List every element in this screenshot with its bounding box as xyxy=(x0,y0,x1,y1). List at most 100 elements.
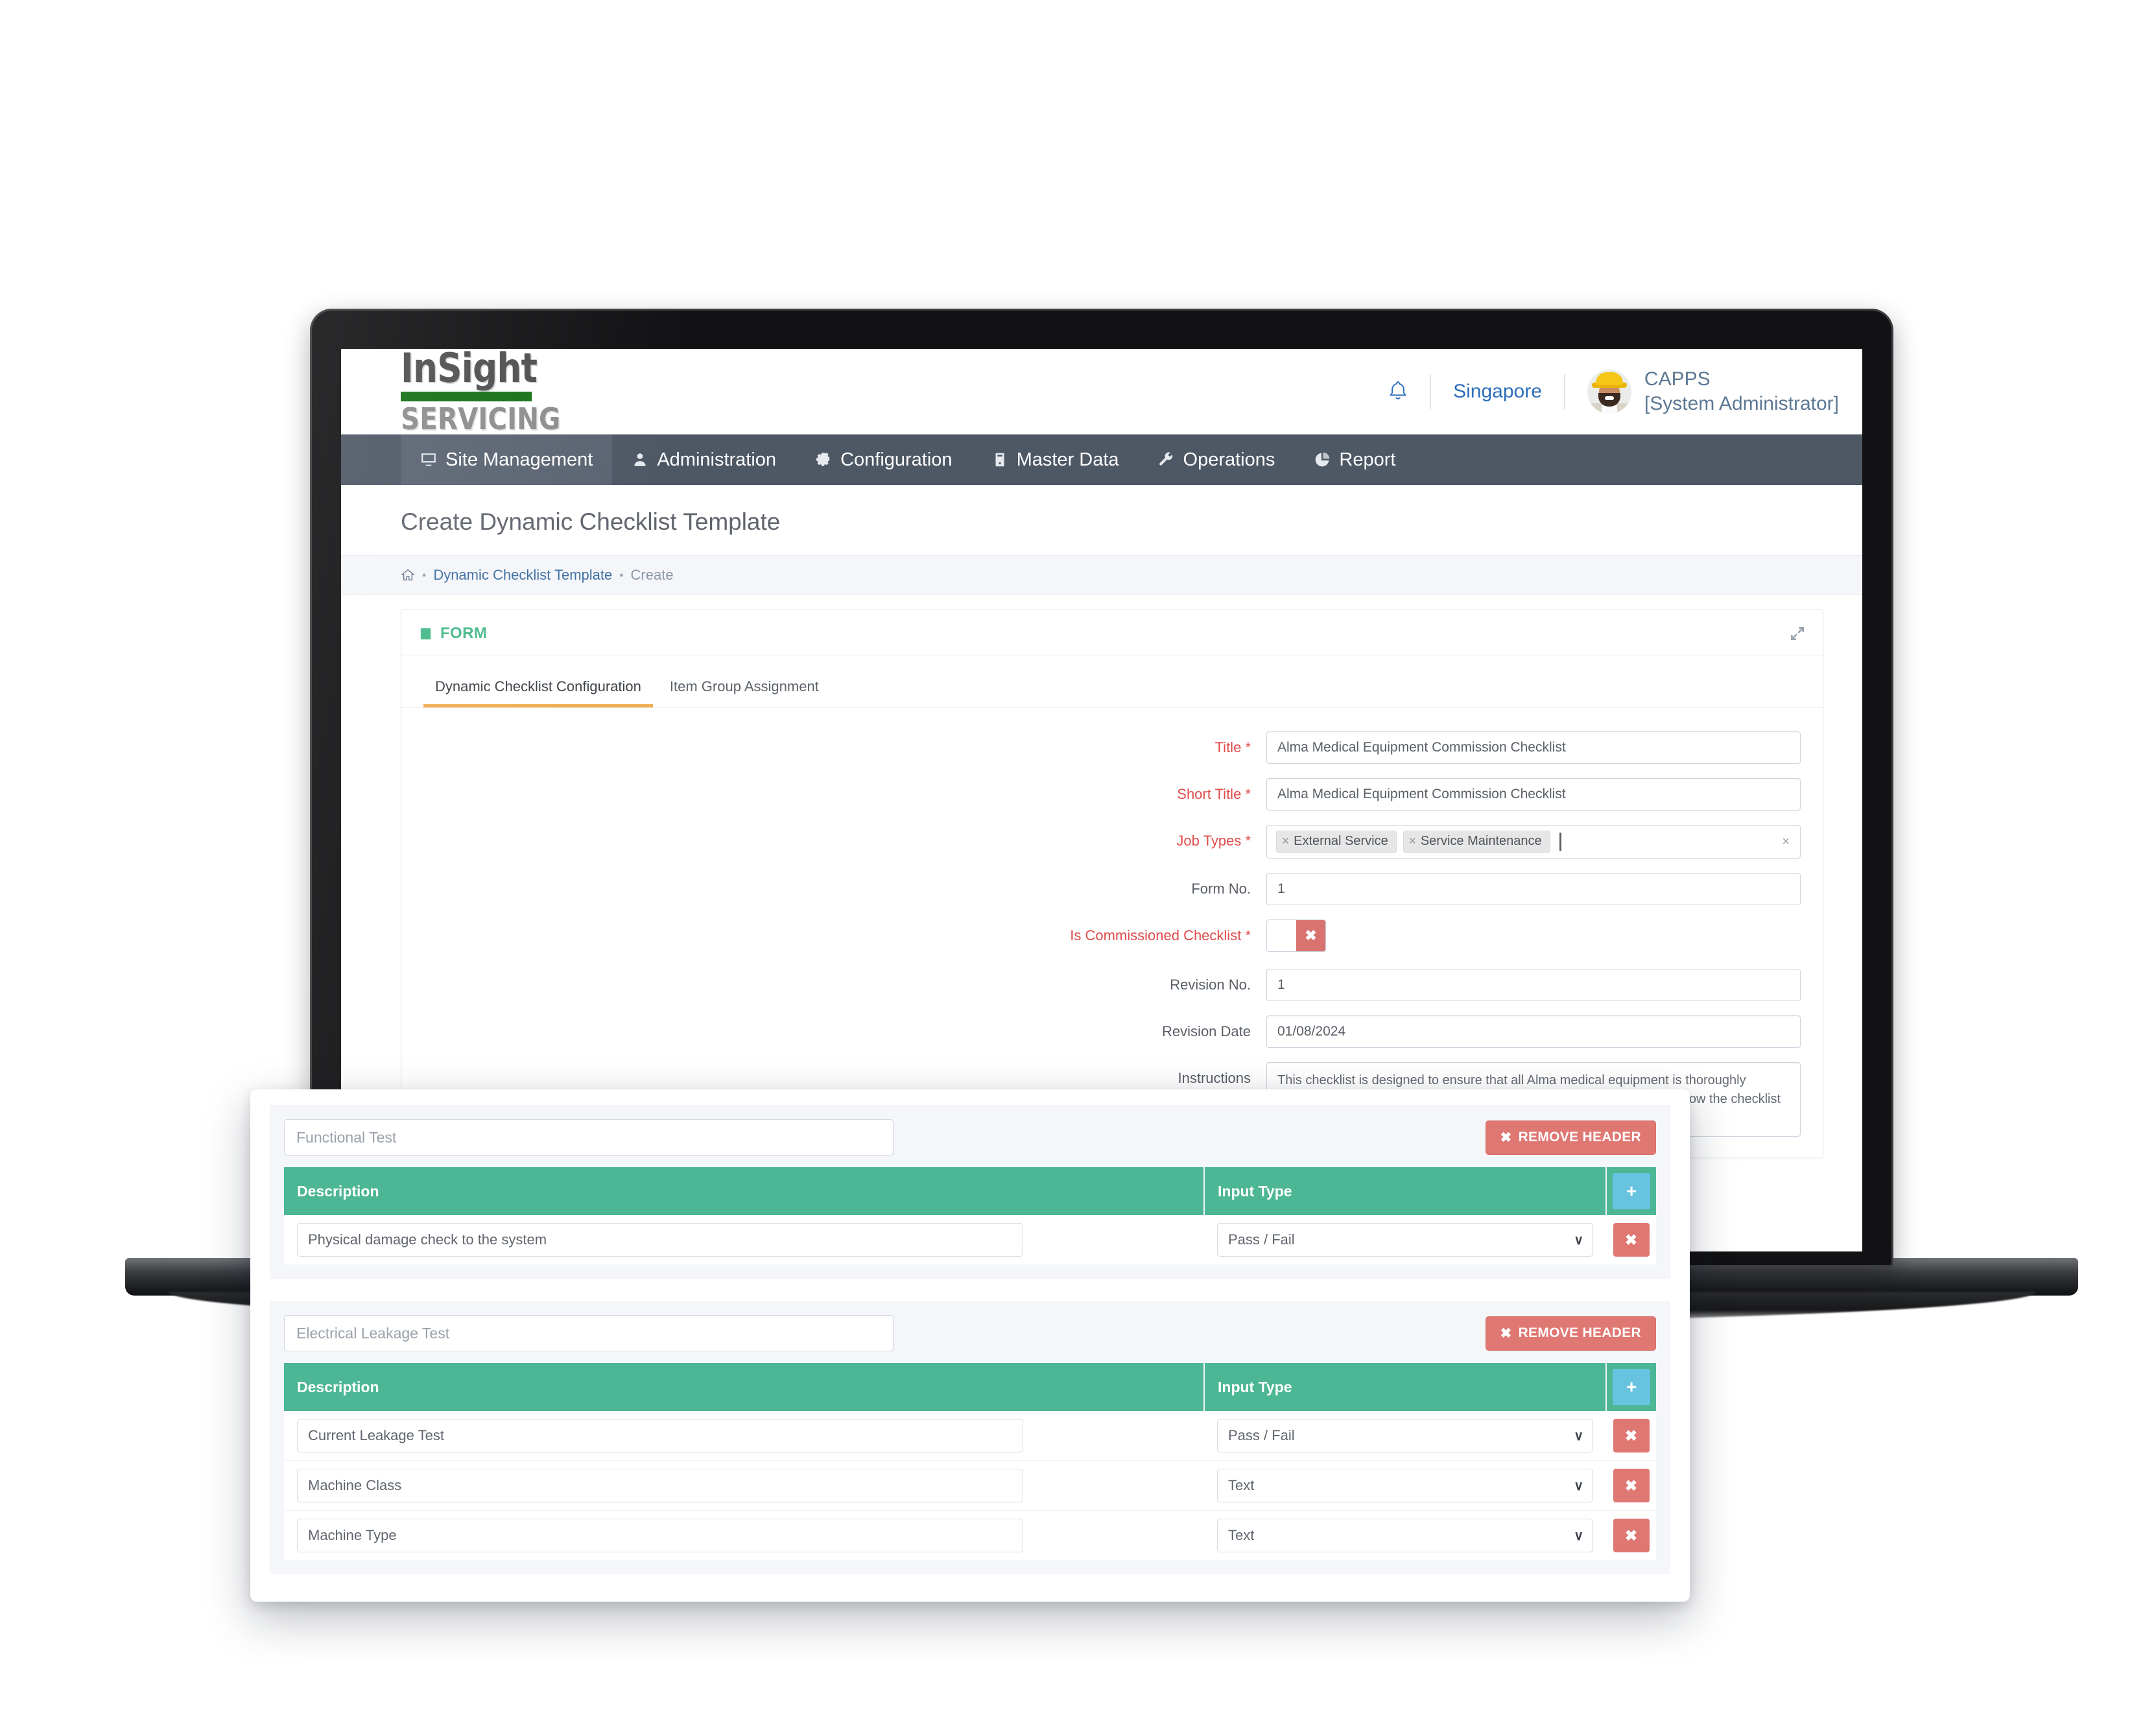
remove-header-button[interactable]: ✖ REMOVE HEADER xyxy=(1485,1316,1656,1351)
group-header-input[interactable]: Functional Test xyxy=(284,1119,894,1156)
input-type-select[interactable]: Text ∨ xyxy=(1217,1519,1593,1552)
field-row-revision-no: Revision No. 1 xyxy=(423,969,1801,1001)
wrench-icon xyxy=(1158,451,1175,468)
form-card-title: FORM xyxy=(440,624,488,642)
cell-delete: ✖ xyxy=(1606,1510,1656,1560)
nav-label: Operations xyxy=(1183,449,1275,470)
item-group-overlay-panel: Functional Test ✖ REMOVE HEADER Descript… xyxy=(250,1089,1690,1602)
toggle-off-icon: ✖ xyxy=(1296,920,1325,951)
column-header-description: Description xyxy=(284,1167,1205,1215)
notification-bell-button[interactable] xyxy=(1366,379,1430,404)
description-input[interactable]: Machine Type xyxy=(297,1519,1023,1552)
field-label-revision-no: Revision No. xyxy=(1170,977,1251,993)
cell-input-type: Pass / Fail ∨ xyxy=(1204,1411,1606,1461)
expand-icon[interactable] xyxy=(1789,625,1806,642)
logo-green-bar xyxy=(401,392,532,402)
field-row-short-title: Short Title * Alma Medical Equipment Com… xyxy=(423,778,1801,811)
job-types-multiselect[interactable]: × External Service × Service Maintenance… xyxy=(1266,825,1801,859)
breadcrumb: • Dynamic Checklist Template • Create xyxy=(341,555,1862,595)
title-input[interactable]: Alma Medical Equipment Commission Checkl… xyxy=(1266,731,1801,764)
chevron-down-icon: ∨ xyxy=(1574,1429,1583,1443)
column-header-input-type: Input Type xyxy=(1204,1363,1607,1411)
cell-description: Machine Class xyxy=(284,1460,1204,1511)
nav-item-operations[interactable]: Operations xyxy=(1139,434,1295,485)
field-label-job-types: Job Types * xyxy=(1176,833,1251,849)
input-type-select[interactable]: Text ∨ xyxy=(1217,1469,1593,1502)
nav-item-configuration[interactable]: Configuration xyxy=(796,434,972,485)
desktop-icon xyxy=(420,451,437,468)
field-label-is-commissioned-checklist: Is Commissioned Checklist * xyxy=(1070,927,1251,943)
cell-input-type: Pass / Fail ∨ xyxy=(1204,1215,1606,1264)
field-row-revision-date: Revision Date 01/08/2024 xyxy=(423,1015,1801,1048)
input-type-select[interactable]: Pass / Fail ∨ xyxy=(1217,1419,1593,1452)
tab-item-group-assignment[interactable]: Item Group Assignment xyxy=(658,672,831,707)
delete-row-button[interactable]: ✖ xyxy=(1613,1419,1650,1452)
nav-item-master-data[interactable]: Master Data xyxy=(972,434,1139,485)
user-role: [System Administrator] xyxy=(1644,393,1839,414)
cell-description: Current Leakage Test xyxy=(284,1411,1204,1461)
home-icon[interactable] xyxy=(401,568,415,582)
remove-header-label: REMOVE HEADER xyxy=(1518,1325,1641,1340)
site-selector-link[interactable]: Singapore xyxy=(1431,381,1564,403)
description-input[interactable]: Current Leakage Test xyxy=(297,1419,1023,1452)
header-right-cluster: Singapore CAPPS [System Administrator] xyxy=(1366,367,1839,417)
nav-label: Master Data xyxy=(1016,449,1119,470)
is-commissioned-checklist-toggle[interactable]: ✖ xyxy=(1266,919,1326,952)
add-row-cell: + xyxy=(1606,1363,1656,1411)
field-row-is-commissioned-checklist: Is Commissioned Checklist * ✖ xyxy=(423,919,1801,954)
revision-no-input[interactable]: 1 xyxy=(1266,969,1801,1001)
nav-item-site-management[interactable]: Site Management xyxy=(401,434,613,485)
input-type-value: Pass / Fail xyxy=(1228,1231,1295,1248)
group-header-input[interactable]: Electrical Leakage Test xyxy=(284,1315,894,1351)
add-row-button[interactable]: + xyxy=(1613,1173,1650,1209)
tab-dynamic-checklist-configuration[interactable]: Dynamic Checklist Configuration xyxy=(423,672,653,707)
column-header-input-type: Input Type xyxy=(1204,1167,1607,1215)
cell-input-type: Text ∨ xyxy=(1204,1510,1606,1560)
delete-row-button[interactable]: ✖ xyxy=(1613,1519,1650,1552)
short-title-input[interactable]: Alma Medical Equipment Commission Checkl… xyxy=(1266,778,1801,811)
table-header-row: Description Input Type + xyxy=(284,1167,1656,1215)
field-row-title: Title * Alma Medical Equipment Commissio… xyxy=(423,731,1801,764)
tag-label: Service Maintenance xyxy=(1420,834,1542,848)
user-menu[interactable]: CAPPS [System Administrator] xyxy=(1565,367,1839,417)
description-input[interactable]: Physical damage check to the system xyxy=(297,1223,1023,1257)
add-row-button[interactable]: + xyxy=(1613,1369,1650,1405)
revision-date-input[interactable]: 01/08/2024 xyxy=(1266,1015,1801,1048)
job-type-tag[interactable]: × Service Maintenance xyxy=(1403,831,1550,853)
toggle-knob xyxy=(1267,920,1296,951)
nav-item-report[interactable]: Report xyxy=(1294,434,1415,485)
delete-row-button[interactable]: ✖ xyxy=(1613,1223,1650,1257)
breadcrumb-separator: • xyxy=(422,568,427,582)
app-logo[interactable]: InSight SERVICING xyxy=(401,349,582,437)
cell-input-type: Text ∨ xyxy=(1204,1460,1606,1511)
tag-remove-icon[interactable]: × xyxy=(1282,835,1289,849)
delete-row-button[interactable]: ✖ xyxy=(1613,1469,1650,1502)
clear-all-icon[interactable]: × xyxy=(1782,835,1790,849)
field-row-form-no: Form No. 1 xyxy=(423,873,1801,905)
logo-secondary-text: SERVICING xyxy=(401,401,561,437)
user-identity: CAPPS [System Administrator] xyxy=(1644,367,1839,417)
tag-remove-icon[interactable]: × xyxy=(1409,835,1416,849)
bell-icon xyxy=(1390,381,1407,399)
user-icon xyxy=(632,451,648,468)
nav-label: Site Management xyxy=(445,449,593,470)
item-group-table: Description Input Type + Physical damage… xyxy=(284,1167,1656,1264)
nav-item-administration[interactable]: Administration xyxy=(612,434,796,485)
form-no-input[interactable]: 1 xyxy=(1266,873,1801,905)
field-label-instructions: Instructions xyxy=(1178,1070,1251,1086)
remove-header-button[interactable]: ✖ REMOVE HEADER xyxy=(1485,1120,1656,1155)
description-input[interactable]: Machine Class xyxy=(297,1469,1023,1502)
chevron-down-icon: ∨ xyxy=(1574,1528,1583,1543)
user-name: CAPPS xyxy=(1644,368,1711,390)
cell-description: Machine Type xyxy=(284,1510,1204,1560)
add-row-cell: + xyxy=(1606,1167,1656,1215)
logo-primary-text: InSight xyxy=(401,349,538,392)
input-type-select[interactable]: Pass / Fail ∨ xyxy=(1217,1223,1593,1257)
table-row: Current Leakage Test Pass / Fail ∨ ✖ xyxy=(284,1411,1656,1461)
item-group-section: Electrical Leakage Test ✖ REMOVE HEADER … xyxy=(270,1301,1670,1574)
job-type-tag[interactable]: × External Service xyxy=(1276,831,1397,853)
breadcrumb-link[interactable]: Dynamic Checklist Template xyxy=(433,567,612,584)
breadcrumb-current: Create xyxy=(630,567,674,583)
table-row: Machine Type Text ∨ ✖ xyxy=(284,1510,1656,1560)
item-group-header-row: Electrical Leakage Test ✖ REMOVE HEADER xyxy=(284,1315,1656,1351)
